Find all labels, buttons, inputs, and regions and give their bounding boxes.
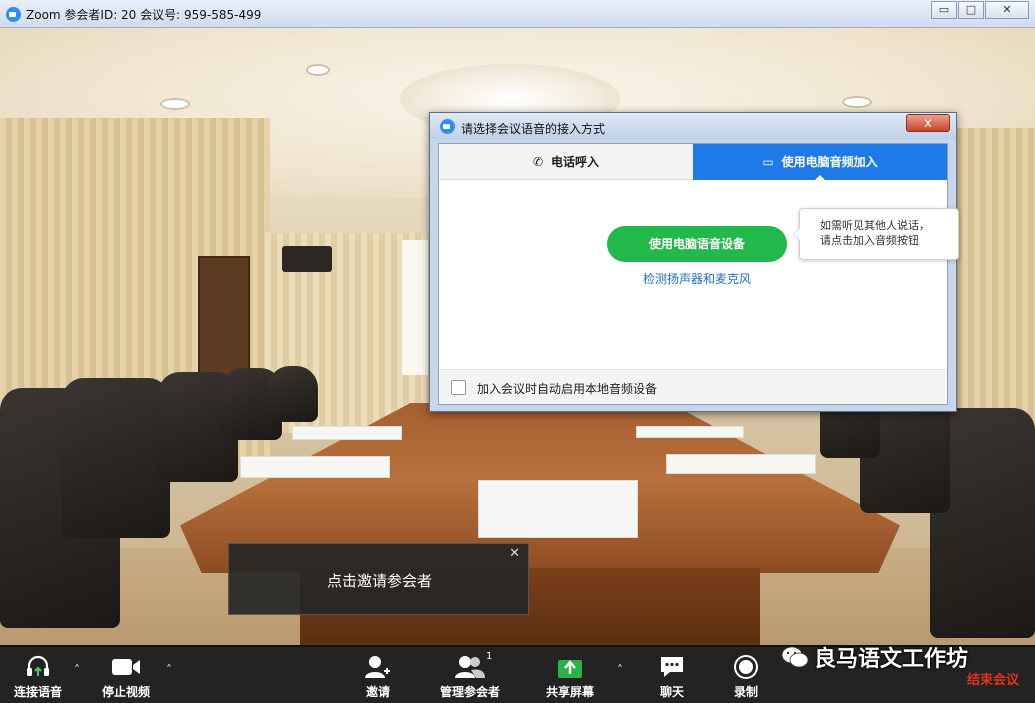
end-meeting-button[interactable]: 结束会议 — [967, 669, 1019, 688]
paper — [666, 454, 816, 474]
chat-label: 聊天 — [659, 685, 684, 699]
maximize-button[interactable]: □ — [958, 1, 984, 19]
connect-audio-label: 连接语音 — [13, 685, 62, 699]
share-screen-label: 共享屏幕 — [545, 685, 594, 699]
chair — [268, 366, 318, 422]
add-person-icon — [356, 653, 400, 681]
record-label: 录制 — [733, 685, 758, 699]
close-window-button[interactable]: ✕ — [985, 1, 1029, 19]
tab-computer-audio[interactable]: ▭ 使用电脑音频加入 — [693, 144, 947, 181]
invite-hint-popup: ✕ 点击邀请参会者 — [228, 543, 529, 615]
dialog-close-button[interactable]: x — [906, 114, 950, 132]
connect-audio-button[interactable]: 连接语音 — [10, 653, 66, 700]
share-screen-button[interactable]: 共享屏幕 — [540, 653, 600, 700]
ceiling-light — [306, 64, 330, 76]
video-options-chevron-icon[interactable]: ˄ — [166, 663, 172, 677]
video-camera-icon — [98, 653, 154, 681]
manage-participants-label: 管理参会者 — [439, 685, 500, 699]
ceiling-light — [160, 98, 190, 110]
wall-speaker — [282, 246, 332, 272]
stop-video-label: 停止视频 — [101, 685, 150, 699]
join-audio-tooltip: 如需听见其他人说话， 请点击加入音频按钮 — [793, 208, 959, 260]
record-icon — [726, 653, 766, 681]
ceiling-light — [842, 96, 872, 108]
window-controls: ▭ □ ✕ — [930, 1, 1029, 19]
audio-options-chevron-icon[interactable]: ˄ — [74, 663, 80, 677]
paper — [292, 426, 402, 440]
chair — [62, 378, 170, 538]
wechat-logo-icon — [781, 646, 809, 668]
window — [402, 240, 428, 375]
zoom-logo-icon — [6, 7, 21, 22]
participant-count-badge: 1 — [486, 651, 493, 662]
audio-tabs: ✆ 电话呼入 ▭ 使用电脑音频加入 — [439, 144, 947, 181]
invite-button[interactable]: 邀请 — [356, 653, 400, 700]
dialog-title: 请选择会议语音的接入方式 — [461, 122, 606, 136]
window-title: Zoom 参会者ID: 20 会议号: 959-585-499 — [26, 8, 262, 22]
invite-hint-message: 点击邀请参会者 — [326, 572, 432, 590]
stop-video-button[interactable]: 停止视频 — [98, 653, 154, 700]
minimize-button[interactable]: ▭ — [931, 1, 957, 19]
manage-participants-button[interactable]: 1 管理参会者 — [434, 651, 506, 700]
tab-phone-call[interactable]: ✆ 电话呼入 — [439, 144, 693, 180]
tooltip-line: 请点击加入音频按钮 — [820, 234, 919, 247]
window-titlebar: Zoom 参会者ID: 20 会议号: 959-585-499 ▭ □ ✕ — [0, 0, 1035, 28]
chat-bubble-icon — [652, 653, 692, 681]
zoom-logo-icon — [440, 119, 455, 134]
audio-join-dialog: 请选择会议语音的接入方式 x ✆ 电话呼入 ▭ 使用电脑音频加入 使用电脑语音设备 … — [429, 112, 959, 412]
phone-icon: ✆ — [532, 155, 544, 169]
tab-label: 使用电脑音频加入 — [781, 155, 878, 169]
tooltip-line: 如需听见其他人说话， — [820, 219, 930, 232]
headphones-icon — [10, 653, 66, 681]
dialog-body: ✆ 电话呼入 ▭ 使用电脑音频加入 使用电脑语音设备 检测扬声器和麦克风 如需听见其… — [438, 143, 959, 405]
chat-button[interactable]: 聊天 — [652, 653, 692, 700]
share-options-chevron-icon[interactable]: ˄ — [617, 663, 623, 677]
invite-label: 邀请 — [365, 685, 390, 699]
test-speaker-mic-link[interactable]: 检测扬声器和麦克风 — [589, 270, 805, 287]
record-button[interactable]: 录制 — [726, 653, 766, 700]
participants-icon — [434, 653, 506, 681]
dialog-titlebar: 请选择会议语音的接入方式 x — [430, 113, 956, 139]
auto-join-audio-checkbox[interactable] — [451, 380, 466, 395]
paper — [240, 456, 390, 478]
dialog-footer: 加入会议时自动启用本地音频设备 — [439, 369, 947, 404]
paper — [478, 480, 638, 538]
paper — [636, 426, 744, 438]
share-screen-icon — [540, 653, 600, 681]
auto-join-audio-label[interactable]: 加入会议时自动启用本地音频设备 — [477, 380, 657, 397]
right-wall — [950, 128, 1035, 428]
close-icon[interactable]: ✕ — [509, 546, 520, 561]
join-computer-audio-button[interactable]: 使用电脑语音设备 — [607, 226, 787, 262]
watermark-text: 良马语文工作坊 — [814, 647, 969, 672]
laptop-icon: ▭ — [762, 155, 774, 169]
tab-label: 电话呼入 — [551, 155, 600, 169]
